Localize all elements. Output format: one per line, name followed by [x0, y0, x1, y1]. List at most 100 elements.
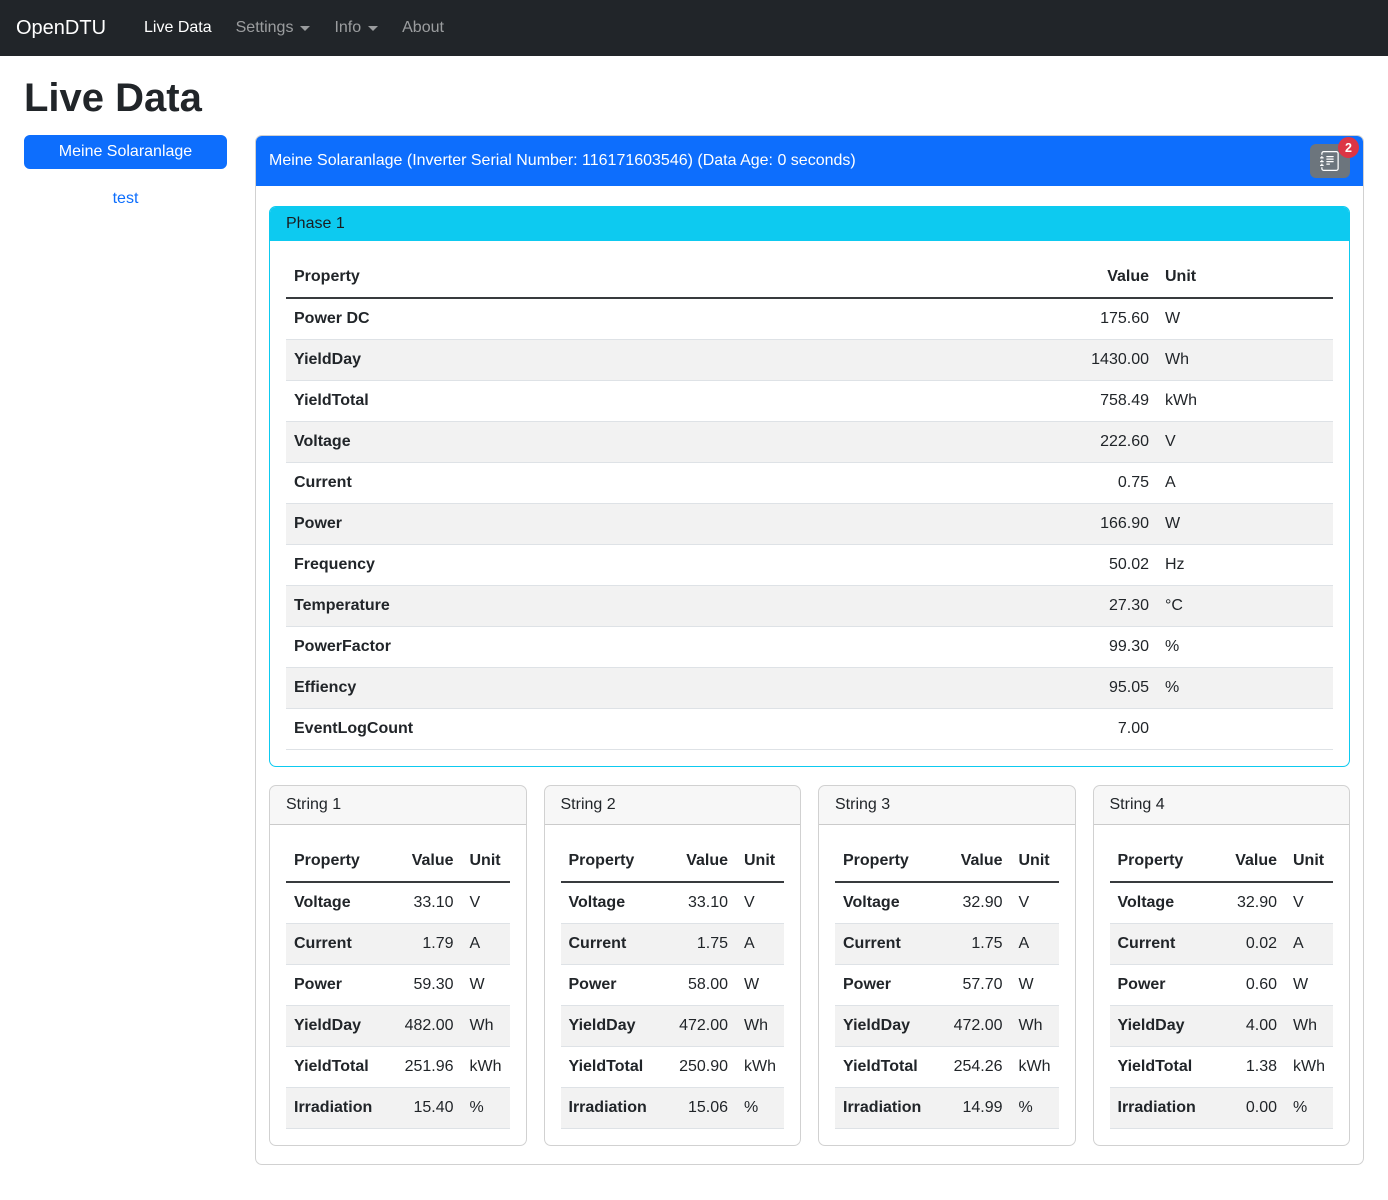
- unit-cell: Wh: [1011, 1006, 1059, 1047]
- table-row: EventLogCount 7.00: [286, 709, 1333, 750]
- table-header-row: Property Value Unit: [561, 841, 785, 882]
- property-cell: Current: [286, 924, 390, 965]
- string-card-body: Property Value Unit: [270, 825, 526, 1145]
- table-row: YieldTotal 1.38 kWh: [1110, 1047, 1334, 1088]
- nav-item-info[interactable]: Info: [326, 11, 386, 45]
- value-cell: 15.40: [390, 1088, 462, 1129]
- table-row: Power 58.00 W: [561, 965, 785, 1006]
- unit-cell: Hz: [1157, 545, 1333, 586]
- table-row: Effiency 95.05 %: [286, 668, 1333, 709]
- nav-item-about[interactable]: About: [394, 11, 452, 45]
- table-row: Current 1.75 A: [561, 924, 785, 965]
- value-cell: 95.05: [1037, 668, 1157, 709]
- table-header-row: Property Value Unit: [286, 257, 1333, 298]
- col-header-unit: Unit: [1011, 841, 1059, 882]
- property-cell: EventLogCount: [286, 709, 1037, 750]
- value-cell: 50.02: [1037, 545, 1157, 586]
- unit-cell: V: [1285, 882, 1333, 924]
- col-header-value: Value: [664, 841, 736, 882]
- property-cell: Voltage: [286, 422, 1037, 463]
- string-table: Property Value Unit: [835, 841, 1059, 1129]
- unit-cell: %: [1157, 668, 1333, 709]
- property-cell: YieldTotal: [835, 1047, 939, 1088]
- value-cell: 4.00: [1213, 1006, 1285, 1047]
- value-cell: 472.00: [664, 1006, 736, 1047]
- nav-item-settings[interactable]: Settings: [228, 11, 319, 45]
- string-cards-row: String 1 Property Value Unit: [269, 785, 1350, 1146]
- unit-cell: V: [736, 882, 784, 924]
- property-cell: Voltage: [286, 882, 390, 924]
- table-row: YieldTotal 758.49 kWh: [286, 381, 1333, 422]
- inverter-sidebar: Meine Solaranlage test: [24, 135, 227, 208]
- page-container: Live Data Meine Solaranlage test Meine S…: [0, 76, 1388, 1195]
- table-row: Voltage 32.90 V: [1110, 882, 1334, 924]
- inverter-card-title: Meine Solaranlage (Inverter Serial Numbe…: [269, 152, 856, 170]
- unit-cell: V: [1157, 422, 1333, 463]
- string-card: String 3 Property Value Unit: [818, 785, 1076, 1146]
- table-row: YieldDay 482.00 Wh: [286, 1006, 510, 1047]
- property-cell: Voltage: [835, 882, 939, 924]
- unit-cell: A: [462, 924, 510, 965]
- brand-logo[interactable]: OpenDTU: [12, 17, 110, 40]
- main-content: Meine Solaranlage (Inverter Serial Numbe…: [255, 135, 1364, 1165]
- table-row: Current 1.79 A: [286, 924, 510, 965]
- nav-item-label: About: [402, 19, 444, 37]
- property-cell: YieldDay: [561, 1006, 665, 1047]
- nav-item-label: Settings: [236, 19, 294, 37]
- property-cell: YieldTotal: [561, 1047, 665, 1088]
- table-row: Power 57.70 W: [835, 965, 1059, 1006]
- inverter-select-button[interactable]: Meine Solaranlage: [24, 135, 227, 169]
- string-card: String 2 Property Value Unit: [544, 785, 802, 1146]
- unit-cell: A: [1011, 924, 1059, 965]
- value-cell: 758.49: [1037, 381, 1157, 422]
- value-cell: 1.38: [1213, 1047, 1285, 1088]
- unit-cell: kWh: [736, 1047, 784, 1088]
- table-header-row: Property Value Unit: [286, 841, 510, 882]
- property-cell: YieldDay: [835, 1006, 939, 1047]
- unit-cell: kWh: [1285, 1047, 1333, 1088]
- nav-item-live-data[interactable]: Live Data: [136, 11, 220, 45]
- value-cell: 251.96: [390, 1047, 462, 1088]
- property-cell: Current: [561, 924, 665, 965]
- string-table: Property Value Unit: [561, 841, 785, 1129]
- unit-cell: Wh: [1157, 340, 1333, 381]
- phase-card-body: Property Value Unit Power DC: [270, 241, 1349, 766]
- table-row: Irradiation 14.99 %: [835, 1088, 1059, 1129]
- inverter-card-header: Meine Solaranlage (Inverter Serial Numbe…: [256, 136, 1363, 186]
- value-cell: 482.00: [390, 1006, 462, 1047]
- property-cell: Power: [835, 965, 939, 1006]
- table-row: Current 0.75 A: [286, 463, 1333, 504]
- property-cell: Irradiation: [561, 1088, 665, 1129]
- value-cell: 14.99: [939, 1088, 1011, 1129]
- table-row: Current 1.75 A: [835, 924, 1059, 965]
- property-cell: PowerFactor: [286, 627, 1037, 668]
- inverter-link-test[interactable]: test: [24, 190, 227, 208]
- value-cell: 0.60: [1213, 965, 1285, 1006]
- string-card-body: Property Value Unit: [545, 825, 801, 1145]
- table-row: Irradiation 0.00 %: [1110, 1088, 1334, 1129]
- unit-cell: %: [1285, 1088, 1333, 1129]
- value-cell: 1.75: [664, 924, 736, 965]
- table-row: YieldDay 472.00 Wh: [561, 1006, 785, 1047]
- property-cell: Voltage: [1110, 882, 1214, 924]
- string-card-body: Property Value Unit: [819, 825, 1075, 1145]
- phase-table: Property Value Unit Power DC: [286, 257, 1333, 750]
- string-card-title: String 4: [1094, 786, 1350, 825]
- eventlog-button[interactable]: 2: [1310, 144, 1350, 178]
- col-header-value: Value: [1037, 257, 1157, 298]
- unit-cell: V: [1011, 882, 1059, 924]
- chevron-down-icon: [368, 26, 378, 31]
- value-cell: 32.90: [1213, 882, 1285, 924]
- string-table: Property Value Unit: [286, 841, 510, 1129]
- table-row: YieldDay 4.00 Wh: [1110, 1006, 1334, 1047]
- property-cell: Irradiation: [1110, 1088, 1214, 1129]
- property-cell: Current: [835, 924, 939, 965]
- value-cell: 1.79: [390, 924, 462, 965]
- col-header-unit: Unit: [462, 841, 510, 882]
- string-card: String 4 Property Value Unit: [1093, 785, 1351, 1146]
- value-cell: 57.70: [939, 965, 1011, 1006]
- phase-card-title: Phase 1: [270, 207, 1349, 241]
- unit-cell: kWh: [1157, 381, 1333, 422]
- value-cell: 1430.00: [1037, 340, 1157, 381]
- col-header-unit: Unit: [1285, 841, 1333, 882]
